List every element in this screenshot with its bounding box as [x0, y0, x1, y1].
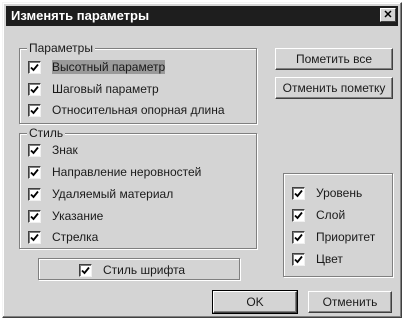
layer-group: Уровень Слой Приоритет Цвет [283, 173, 393, 277]
mark-all-button[interactable]: Пометить все [275, 48, 393, 70]
checkmark-icon [294, 211, 303, 219]
font-style-box: Стиль шрифта [38, 258, 240, 280]
checkmark-icon [30, 63, 39, 71]
style-group-legend: Стиль [27, 126, 66, 140]
checkbox-step-param[interactable]: Шаговый параметр [28, 82, 159, 96]
checkmark-icon [81, 266, 90, 274]
checkbox-box[interactable] [28, 165, 41, 179]
checkbox-indication[interactable]: Указание [28, 209, 103, 223]
dialog-title: Изменять параметры [11, 8, 150, 23]
checkbox-label: Цвет [316, 252, 343, 266]
checkmark-icon [30, 106, 39, 114]
checkbox-label: Удаляемый материал [52, 187, 174, 201]
checkbox-box[interactable] [28, 230, 41, 244]
checkbox-label: Знак [52, 143, 78, 157]
checkbox-label: Шаговый параметр [52, 82, 159, 96]
checkmark-icon [30, 190, 39, 198]
checkbox-box[interactable] [28, 103, 41, 117]
ok-label: OK [246, 295, 264, 309]
cancel-button[interactable]: Отменить [308, 291, 392, 313]
checkmark-icon [294, 189, 303, 197]
checkmark-icon [294, 233, 303, 241]
style-group: Стиль Знак Направление неровностей Удаля… [19, 126, 257, 249]
unmark-button[interactable]: Отменить пометку [275, 77, 393, 99]
checkbox-label: Слой [316, 208, 346, 222]
checkbox-level[interactable]: Уровень [292, 186, 362, 200]
checkmark-icon [30, 233, 39, 241]
checkbox-relative-length[interactable]: Относительная опорная длина [28, 103, 225, 117]
checkbox-box[interactable] [79, 263, 92, 277]
checkbox-font-style[interactable]: Стиль шрифта [79, 263, 185, 277]
checkbox-label: Указание [52, 209, 104, 223]
checkbox-label: Высотный параметр [52, 60, 166, 74]
checkmark-icon [30, 85, 39, 93]
checkbox-sign[interactable]: Знак [28, 143, 78, 157]
checkmark-icon [30, 146, 39, 154]
params-group: Параметры Высотный параметр Шаговый пара… [19, 41, 257, 124]
checkmark-icon [294, 255, 303, 263]
checkbox-box[interactable] [28, 82, 41, 96]
checkbox-box[interactable] [292, 252, 305, 266]
checkbox-layer[interactable]: Слой [292, 208, 345, 222]
change-parameters-dialog: Изменять параметры ✕ Параметры Высотный … [2, 2, 402, 318]
checkbox-box[interactable] [28, 143, 41, 157]
title-bar[interactable]: Изменять параметры ✕ [6, 6, 398, 26]
params-group-legend: Параметры [27, 41, 95, 55]
checkbox-box[interactable] [28, 60, 41, 74]
checkbox-box[interactable] [28, 187, 41, 201]
checkbox-box[interactable] [292, 186, 305, 200]
checkmark-icon [30, 212, 39, 220]
checkbox-box[interactable] [292, 230, 305, 244]
mark-all-label: Пометить все [295, 52, 373, 66]
checkbox-roughness-direction[interactable]: Направление неровностей [28, 165, 201, 179]
checkbox-box[interactable] [28, 209, 41, 223]
checkbox-label: Приоритет [316, 230, 376, 244]
checkbox-arrow[interactable]: Стрелка [28, 230, 98, 244]
checkbox-color[interactable]: Цвет [292, 252, 343, 266]
ok-button[interactable]: OK [212, 290, 298, 314]
checkbox-removed-material[interactable]: Удаляемый материал [28, 187, 173, 201]
checkbox-label: Относительная опорная длина [52, 103, 225, 117]
close-button[interactable]: ✕ [380, 8, 396, 22]
checkbox-label: Уровень [316, 186, 363, 200]
checkmark-icon [30, 168, 39, 176]
checkbox-label: Направление неровностей [52, 165, 202, 179]
checkbox-label: Стиль шрифта [103, 263, 186, 277]
unmark-label: Отменить пометку [282, 81, 386, 95]
checkbox-box[interactable] [292, 208, 305, 222]
cancel-label: Отменить [322, 295, 378, 309]
checkbox-priority[interactable]: Приоритет [292, 230, 375, 244]
close-icon: ✕ [383, 8, 393, 21]
checkbox-label: Стрелка [52, 230, 99, 244]
checkbox-height-param[interactable]: Высотный параметр [28, 60, 166, 74]
